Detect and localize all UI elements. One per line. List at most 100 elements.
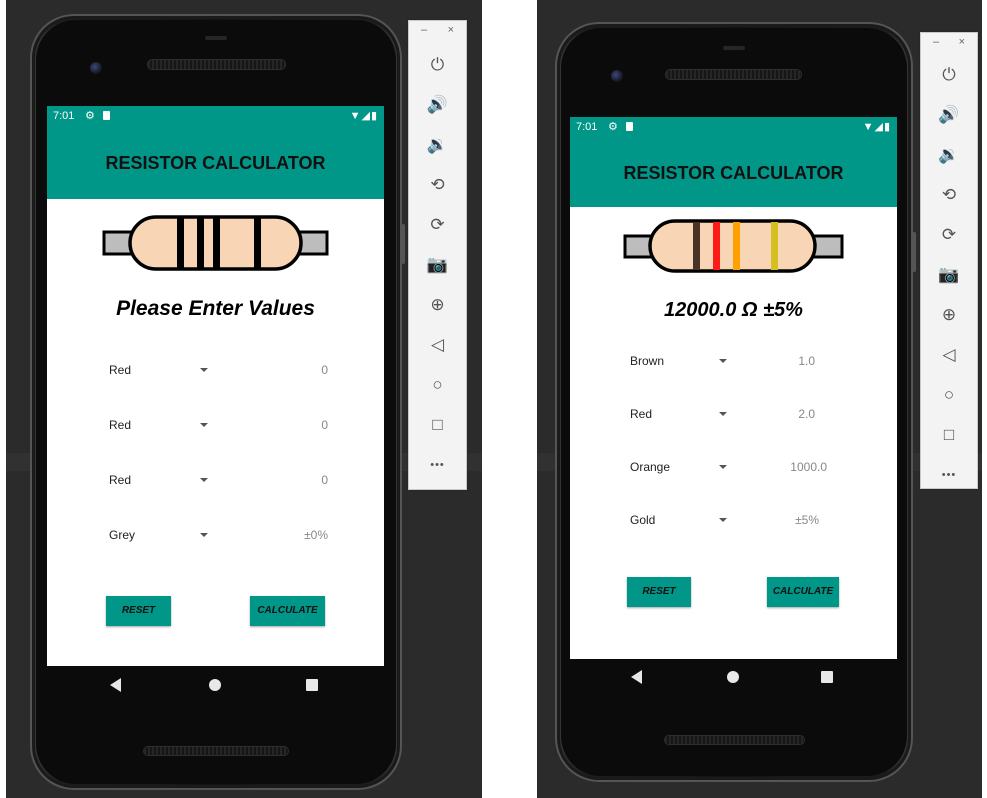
nav-home-icon[interactable] — [727, 671, 739, 683]
tolerance-row[interactable]: Grey ±0% — [47, 524, 384, 548]
zoom-icon[interactable]: ⊕ — [921, 303, 977, 327]
resistor-svg — [102, 215, 329, 271]
close-button[interactable]: × — [959, 36, 965, 48]
nav-recent-icon[interactable] — [821, 671, 833, 683]
status-bar: 7:01 ⚙ ▼◢▮ — [570, 117, 897, 139]
rotate-left-icon[interactable]: ⟲ — [921, 183, 977, 207]
reset-button[interactable]: RESET — [106, 596, 171, 626]
band-2-color-select[interactable]: Red — [109, 418, 131, 432]
band-1-row[interactable]: Brown 1.0 — [570, 350, 897, 374]
emulator-toolbar-left: – × ⏻ 🔊 🔉 ⟲ ⟳ 📷 ⊕ ◁ ○ □ ••• — [408, 20, 467, 490]
zoom-icon[interactable]: ⊕ — [409, 293, 466, 317]
band-2-row[interactable]: Red 2.0 — [570, 403, 897, 427]
calculate-button[interactable]: CALCULATE — [250, 596, 325, 626]
rotate-right-icon[interactable]: ⟳ — [409, 213, 466, 237]
resistor-band-1 — [693, 222, 700, 270]
tolerance-color-select[interactable]: Gold — [630, 513, 655, 527]
band-1-color-select[interactable]: Brown — [630, 354, 664, 368]
band-2-color-select[interactable]: Red — [630, 407, 652, 421]
phone-frame-right: 7:01 ⚙ ▼◢▮ RESISTOR CALCULATOR 12000.0 Ω… — [555, 22, 916, 782]
multiplier-color-select[interactable]: Red — [109, 473, 131, 487]
resistor-band-3 — [733, 222, 740, 270]
earpiece-speaker — [666, 70, 801, 79]
status-time: 7:01 — [576, 121, 598, 133]
dropdown-arrow-icon[interactable] — [719, 359, 727, 363]
nav-home-icon[interactable] — [209, 679, 221, 691]
multiplier-row[interactable]: Orange 1000.0 — [570, 456, 897, 480]
nav-recent-icon[interactable] — [306, 679, 318, 691]
resistor-band-1 — [177, 218, 184, 268]
band-2-row[interactable]: Red 0 — [47, 414, 384, 438]
minimize-button[interactable]: – — [421, 24, 427, 36]
multiplier-row[interactable]: Red 0 — [47, 469, 384, 493]
wifi-signal-battery-icon: ▼◢▮ — [349, 110, 378, 122]
rotate-left-icon[interactable]: ⟲ — [409, 173, 466, 197]
result-text: 12000.0 Ω ±5% — [664, 299, 803, 321]
more-icon[interactable]: ••• — [921, 463, 977, 487]
close-button[interactable]: × — [448, 24, 454, 36]
volume-up-icon[interactable]: 🔊 — [409, 93, 466, 117]
tolerance-row[interactable]: Gold ±5% — [570, 509, 897, 533]
volume-down-icon[interactable]: 🔉 — [921, 143, 977, 167]
app-title: RESISTOR CALCULATOR — [623, 163, 844, 183]
band-2-value: 0 — [321, 418, 328, 432]
volume-down-icon[interactable]: 🔉 — [409, 133, 466, 157]
volume-up-icon[interactable]: 🔊 — [921, 103, 977, 127]
dropdown-arrow-icon[interactable] — [719, 518, 727, 522]
band-1-value: 1.0 — [798, 354, 815, 368]
camera-icon[interactable]: 📷 — [409, 253, 466, 277]
app-title: RESISTOR CALCULATOR — [105, 153, 326, 173]
power-icon[interactable]: ⏻ — [409, 53, 466, 77]
earpiece-speaker — [148, 60, 285, 69]
settings-icon: ⚙ — [85, 110, 95, 122]
dropdown-arrow-icon[interactable] — [200, 368, 208, 372]
dropdown-arrow-icon[interactable] — [200, 533, 208, 537]
nav-back-icon[interactable] — [110, 678, 121, 692]
calculate-button[interactable]: CALCULATE — [767, 577, 839, 607]
front-camera-icon — [611, 70, 623, 82]
sd-card-icon — [626, 122, 633, 131]
reset-button[interactable]: RESET — [627, 577, 691, 607]
phone-frame-left: 7:01 ⚙ ▼◢▮ RESISTOR CALCULATOR Please En… — [30, 14, 405, 790]
band-1-row[interactable]: Red 0 — [47, 359, 384, 383]
bottom-speaker — [144, 747, 288, 755]
minimize-button[interactable]: – — [933, 36, 939, 48]
status-bar: 7:01 ⚙ ▼◢▮ — [47, 106, 384, 128]
multiplier-value: 0 — [321, 473, 328, 487]
tolerance-color-select[interactable]: Grey — [109, 528, 135, 542]
multiplier-color-select[interactable]: Orange — [630, 460, 670, 474]
resistor-band-4 — [254, 218, 261, 268]
back-icon[interactable]: ◁ — [409, 333, 466, 357]
band-1-color-select[interactable]: Red — [109, 363, 131, 377]
resistor-band-2 — [713, 222, 720, 270]
power-icon[interactable]: ⏻ — [921, 63, 977, 87]
settings-icon: ⚙ — [608, 121, 618, 133]
overview-icon[interactable]: □ — [921, 423, 977, 447]
nav-back-icon[interactable] — [631, 670, 642, 684]
resistor-graphic — [47, 212, 384, 272]
home-icon[interactable]: ○ — [409, 373, 466, 397]
band-2-value: 2.0 — [798, 407, 815, 421]
app-bar: RESISTOR CALCULATOR — [47, 128, 384, 199]
dropdown-arrow-icon[interactable] — [200, 478, 208, 482]
resistor-band-3 — [213, 218, 220, 268]
front-camera-icon — [90, 62, 102, 74]
dropdown-arrow-icon[interactable] — [719, 465, 727, 469]
tolerance-value: ±0% — [304, 528, 328, 542]
camera-icon[interactable]: 📷 — [921, 263, 977, 287]
home-icon[interactable]: ○ — [921, 383, 977, 407]
resistor-graphic — [570, 217, 897, 277]
resistor-band-4 — [771, 222, 778, 270]
rotate-right-icon[interactable]: ⟳ — [921, 223, 977, 247]
multiplier-value: 1000.0 — [790, 460, 827, 474]
app-screen-left: 7:01 ⚙ ▼◢▮ RESISTOR CALCULATOR Please En… — [47, 106, 384, 666]
result-text: Please Enter Values — [116, 297, 315, 320]
more-icon[interactable]: ••• — [409, 453, 466, 477]
dropdown-arrow-icon[interactable] — [200, 423, 208, 427]
wifi-signal-battery-icon: ▼◢▮ — [862, 121, 891, 133]
emulator-toolbar-right: – × ⏻ 🔊 🔉 ⟲ ⟳ 📷 ⊕ ◁ ○ □ ••• — [920, 32, 978, 489]
sd-card-icon — [103, 111, 110, 120]
back-icon[interactable]: ◁ — [921, 343, 977, 367]
dropdown-arrow-icon[interactable] — [719, 412, 727, 416]
overview-icon[interactable]: □ — [409, 413, 466, 437]
